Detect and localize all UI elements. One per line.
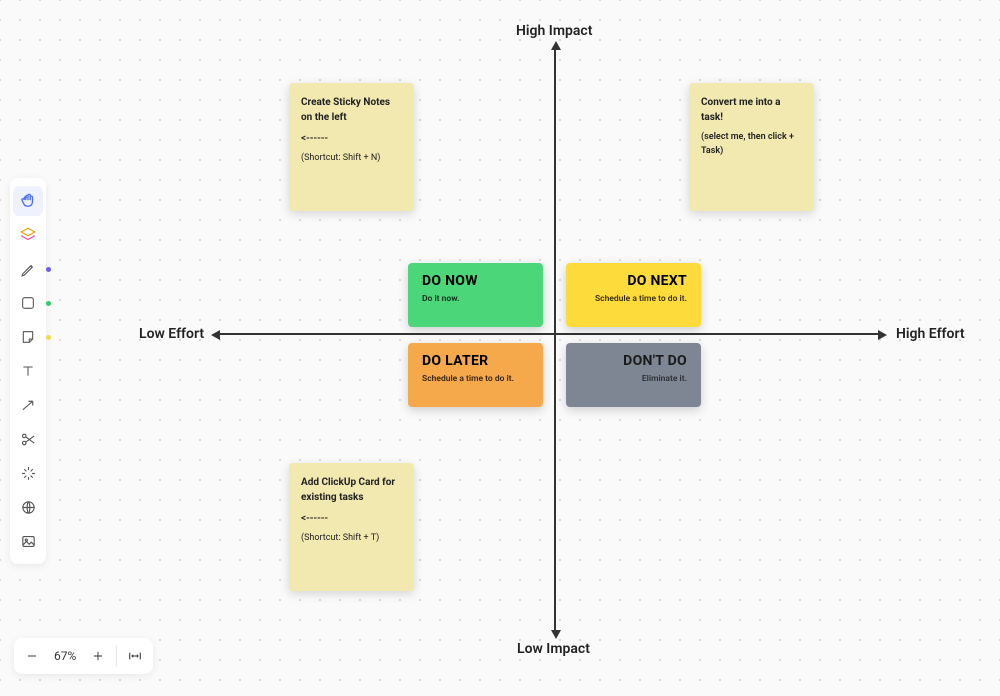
zoom-controls: 67% xyxy=(14,638,153,674)
arrow-up-icon xyxy=(551,41,561,50)
tool-web[interactable] xyxy=(13,492,43,522)
connector-icon xyxy=(20,397,37,414)
tool-pen[interactable] xyxy=(13,254,43,284)
axis-horizontal xyxy=(220,333,878,335)
axis-label-left[interactable]: Low Effort xyxy=(139,326,204,342)
sticky-hint: (Shortcut: Shift + N) xyxy=(301,152,402,166)
sparkle-icon xyxy=(20,465,37,482)
pen-icon xyxy=(20,261,37,278)
zoom-in-button[interactable] xyxy=(84,642,112,670)
quadrant-title: DO LATER xyxy=(422,353,529,369)
sticky-title: Add ClickUp Card for existing tasks xyxy=(301,475,402,505)
color-indicator xyxy=(46,267,51,272)
sticky-arrow: <------ xyxy=(301,511,402,526)
quadrant-do-now[interactable]: DO NOW Do it now. xyxy=(408,263,543,327)
tool-image[interactable] xyxy=(13,526,43,556)
tool-sticky[interactable] xyxy=(13,322,43,352)
fit-to-screen-button[interactable] xyxy=(121,642,149,670)
sticky-note[interactable]: Convert me into a task! (select me, then… xyxy=(689,83,814,211)
fit-width-icon xyxy=(127,648,143,664)
scissors-icon xyxy=(20,431,37,448)
quadrant-title: DON'T DO xyxy=(580,353,687,369)
zoom-level[interactable]: 67% xyxy=(48,649,82,663)
left-toolbar xyxy=(10,178,46,564)
quadrant-do-next[interactable]: DO NEXT Schedule a time to do it. xyxy=(566,263,701,327)
divider xyxy=(116,646,117,666)
zoom-out-button[interactable] xyxy=(18,642,46,670)
tool-layers[interactable] xyxy=(13,220,43,250)
quadrant-subtitle: Do it now. xyxy=(422,294,529,304)
axis-vertical xyxy=(554,50,556,630)
quadrant-dont-do[interactable]: DON'T DO Eliminate it. xyxy=(566,343,701,407)
layers-icon xyxy=(19,226,37,244)
sticky-note[interactable]: Create Sticky Notes on the left <------ … xyxy=(289,83,414,211)
globe-icon xyxy=(20,499,37,516)
sticky-title: Convert me into a task! xyxy=(701,95,802,125)
whiteboard-canvas[interactable]: High Impact Low Impact Low Effort High E… xyxy=(0,0,1000,696)
tool-text[interactable] xyxy=(13,356,43,386)
quadrant-subtitle: Eliminate it. xyxy=(580,374,687,384)
sticky-arrow: <------ xyxy=(301,131,402,146)
tool-scissors[interactable] xyxy=(13,424,43,454)
hand-icon xyxy=(19,192,37,210)
quadrant-title: DO NEXT xyxy=(580,273,687,289)
quadrant-title: DO NOW xyxy=(422,273,529,289)
quadrant-subtitle: Schedule a time to do it. xyxy=(580,294,687,304)
color-indicator xyxy=(46,335,51,340)
quadrant-subtitle: Schedule a time to do it. xyxy=(422,374,529,384)
axis-label-bottom[interactable]: Low Impact xyxy=(517,641,590,657)
sticky-note[interactable]: Add ClickUp Card for existing tasks <---… xyxy=(289,463,414,591)
image-icon xyxy=(20,533,37,550)
text-icon xyxy=(20,363,36,379)
sticky-title: Create Sticky Notes on the left xyxy=(301,95,402,125)
tool-connector[interactable] xyxy=(13,390,43,420)
square-icon xyxy=(20,295,36,311)
axis-label-right[interactable]: High Effort xyxy=(896,326,965,342)
arrow-right-icon xyxy=(878,330,887,340)
minus-icon xyxy=(25,649,39,663)
plus-icon xyxy=(91,649,105,663)
tool-shape[interactable] xyxy=(13,288,43,318)
sticky-note-icon xyxy=(20,329,36,345)
tool-ai-magic[interactable] xyxy=(13,458,43,488)
quadrant-do-later[interactable]: DO LATER Schedule a time to do it. xyxy=(408,343,543,407)
arrow-left-icon xyxy=(211,330,220,340)
axis-label-top[interactable]: High Impact xyxy=(516,23,592,39)
sticky-hint: (select me, then click + Task) xyxy=(701,131,802,158)
sticky-hint: (Shortcut: Shift + T) xyxy=(301,532,402,546)
color-indicator xyxy=(46,301,51,306)
arrow-down-icon xyxy=(551,630,561,639)
tool-hand[interactable] xyxy=(13,186,43,216)
